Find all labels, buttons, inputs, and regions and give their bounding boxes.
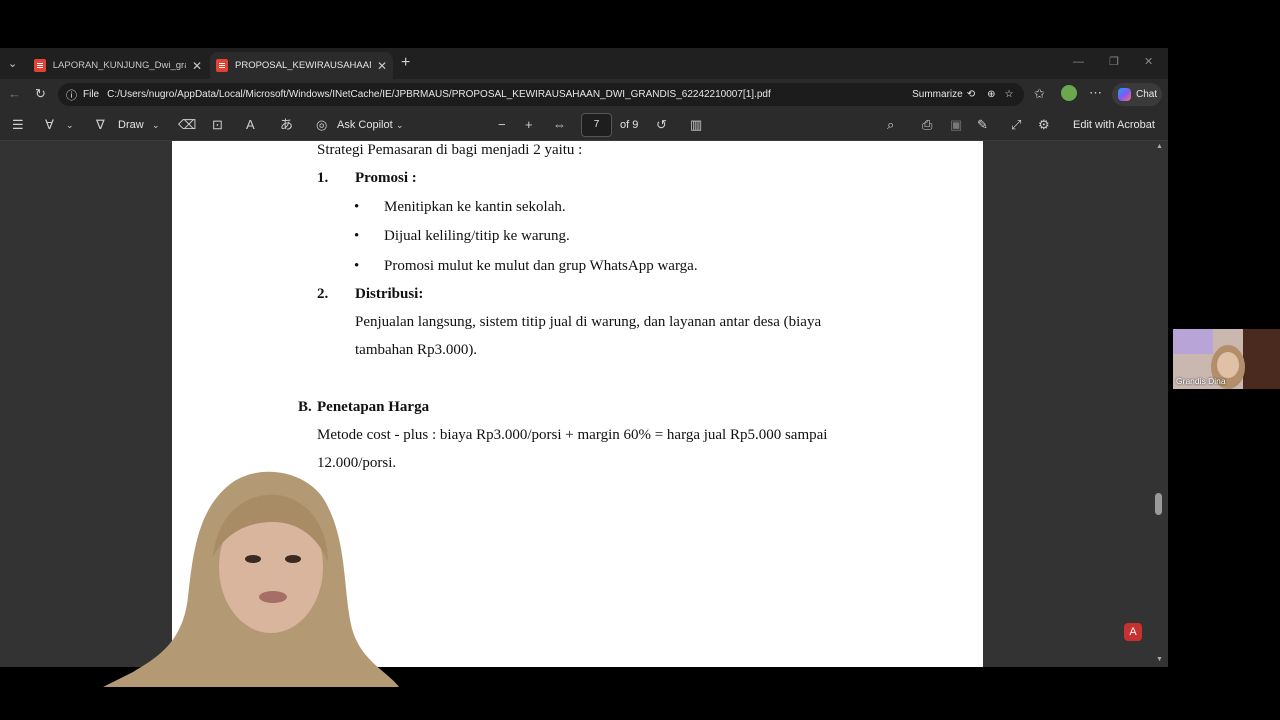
- draw-button[interactable]: Draw: [118, 119, 144, 131]
- save-as-icon[interactable]: ✎: [977, 118, 988, 132]
- pdf-file-icon: [34, 59, 46, 72]
- url-text: C:/Users/nugro/AppData/Local/Microsoft/W…: [107, 89, 771, 100]
- intro-text: Strategi Pemasaran di bagi menjadi 2 yai…: [317, 142, 583, 158]
- print-icon[interactable]: ⎙: [922, 118, 932, 132]
- scroll-up-icon[interactable]: ▲: [1156, 143, 1163, 150]
- summarize-icon: ⟲: [966, 89, 976, 100]
- close-icon[interactable]: ✕: [377, 59, 387, 73]
- list-number: 2.: [317, 286, 329, 302]
- bullet-icon: •: [354, 258, 360, 274]
- page-total: of 9: [620, 119, 639, 131]
- refresh-icon[interactable]: ↻: [35, 87, 46, 101]
- highlight-icon[interactable]: ∀: [45, 118, 54, 132]
- draw-icon[interactable]: ∇: [96, 118, 105, 132]
- paragraph-line: tambahan Rp3.000).: [355, 342, 478, 358]
- address-bar-row: ← ↻ ⓘ File C:/Users/nugro/AppData/Local/…: [0, 79, 1168, 110]
- list-heading: Promosi :: [355, 170, 417, 186]
- edit-with-acrobat-button[interactable]: Edit with Acrobat: [1073, 119, 1155, 131]
- profile-avatar[interactable]: [1061, 85, 1077, 101]
- ask-copilot-button[interactable]: Ask Copilot: [337, 119, 393, 131]
- copilot-icon: [1118, 88, 1131, 101]
- participant-name-label: Grandis Dina: [1176, 376, 1226, 386]
- tab-label: LAPORAN_KUNJUNG_Dwi_grandis: [52, 60, 186, 71]
- restore-icon[interactable]: ❐: [1109, 55, 1119, 69]
- pdf-toolbar: ☰ ∀ ⌄ ∇ Draw ⌄ ⌫ ⊡ A あ ◎ Ask Copilot ⌄ −…: [0, 110, 1168, 141]
- paragraph-line: Penjualan langsung, sistem titip jual di…: [355, 314, 822, 330]
- bullet-icon: •: [354, 228, 360, 244]
- chevron-down-icon[interactable]: ⌄: [152, 118, 160, 132]
- chevron-down-icon[interactable]: ⌄: [66, 118, 74, 132]
- favorites-icon[interactable]: ✩: [1034, 87, 1045, 101]
- bullet-text: Menitipkan ke kantin sekolah.: [384, 199, 566, 215]
- rotate-icon[interactable]: ↺: [656, 118, 667, 132]
- page-number-input[interactable]: 7: [581, 113, 612, 137]
- close-icon[interactable]: ✕: [192, 59, 202, 73]
- favorite-star-icon[interactable]: ☆: [1004, 89, 1013, 100]
- section-heading: Penetapan Harga: [317, 399, 430, 415]
- scrollbar[interactable]: ▲ ▼: [1154, 141, 1166, 667]
- bullet-icon: •: [354, 199, 360, 215]
- list-heading: Distribusi:: [355, 286, 424, 302]
- new-tab-icon[interactable]: +: [401, 55, 410, 71]
- fit-page-icon[interactable]: ⇔: [553, 118, 566, 132]
- bullet-text: Promosi mulut ke mulut dan grup WhatsApp…: [384, 258, 698, 274]
- section-label: B.: [298, 399, 312, 415]
- save-icon[interactable]: ▣: [950, 118, 962, 132]
- info-icon[interactable]: ⓘ: [66, 87, 77, 103]
- text-box-icon[interactable]: ⊡: [212, 118, 223, 132]
- chevron-down-icon[interactable]: ⌄: [396, 118, 404, 132]
- zoom-in-icon[interactable]: +: [525, 118, 533, 132]
- contents-list-icon[interactable]: ☰: [12, 118, 24, 132]
- page-view-icon[interactable]: ▥: [690, 118, 702, 132]
- tab-label: PROPOSAL_KEWIRAUSAHAAN_DWI_GRANDIS: [235, 60, 371, 71]
- scheme-label: File: [83, 89, 100, 100]
- eraser-icon[interactable]: ⌫: [178, 118, 196, 132]
- zoom-out-icon[interactable]: −: [498, 118, 506, 132]
- screen: ⌄ LAPORAN_KUNJUNG_Dwi_grandis ✕ PROPOSAL…: [0, 0, 1280, 720]
- scroll-down-icon[interactable]: ▼: [1156, 656, 1163, 663]
- zoom-icon[interactable]: ⊕: [987, 89, 995, 100]
- minimize-icon[interactable]: —: [1073, 55, 1084, 69]
- pdf-file-icon: [216, 59, 228, 72]
- window-close-icon[interactable]: ✕: [1144, 55, 1153, 69]
- bullet-text: Dijual keliling/titip ke warung.: [384, 228, 570, 244]
- search-icon[interactable]: ⌕: [887, 118, 894, 132]
- tab-list-chevron-icon[interactable]: ⌄: [8, 57, 17, 71]
- summarize-button[interactable]: Summarize: [912, 89, 963, 100]
- tab-bar: ⌄ LAPORAN_KUNJUNG_Dwi_grandis ✕ PROPOSAL…: [0, 48, 1168, 79]
- address-bar[interactable]: ⓘ File C:/Users/nugro/AppData/Local/Micr…: [58, 83, 1024, 106]
- back-icon[interactable]: ←: [8, 87, 21, 101]
- paragraph-line: Metode cost - plus : biaya Rp3.000/porsi…: [317, 427, 828, 443]
- settings-gear-icon[interactable]: ⚙: [1038, 118, 1050, 132]
- acrobat-icon[interactable]: A: [1124, 623, 1142, 641]
- translate-icon[interactable]: あ: [280, 118, 293, 132]
- read-aloud-icon[interactable]: A: [246, 118, 255, 132]
- scrollbar-thumb[interactable]: [1155, 493, 1162, 515]
- copilot-icon[interactable]: ◎: [316, 118, 327, 132]
- copilot-chat-button[interactable]: Chat: [1112, 83, 1162, 106]
- more-menu-icon[interactable]: ⋯: [1089, 86, 1102, 100]
- tab-laporan[interactable]: LAPORAN_KUNJUNG_Dwi_grandis ✕: [28, 52, 208, 79]
- chat-label: Chat: [1136, 89, 1158, 100]
- webcam-video-main: [103, 471, 399, 687]
- list-number: 1.: [317, 170, 329, 186]
- fullscreen-icon[interactable]: ⤢: [1011, 118, 1021, 132]
- tab-proposal[interactable]: PROPOSAL_KEWIRAUSAHAAN_DWI_GRANDIS ✕: [210, 52, 393, 79]
